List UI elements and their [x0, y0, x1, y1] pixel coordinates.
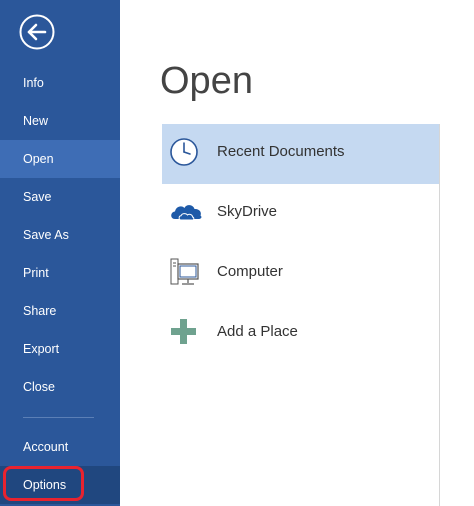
place-recent-documents[interactable]: Recent Documents — [162, 124, 439, 184]
nav-item-save-as[interactable]: Save As — [0, 216, 120, 254]
cloud-icon — [171, 205, 202, 221]
nav-item-info[interactable]: Info — [0, 64, 120, 102]
pane-divider — [439, 124, 440, 506]
nav-item-open[interactable]: Open — [0, 140, 120, 178]
place-label: Recent Documents — [217, 143, 345, 160]
nav-item-save[interactable]: Save — [0, 178, 120, 216]
nav-item-close[interactable]: Close — [0, 368, 120, 406]
computer-icon — [170, 258, 199, 285]
clock-icon — [170, 138, 198, 166]
place-skydrive[interactable]: SkyDrive — [162, 184, 439, 244]
place-add-a-place[interactable]: Add a Place — [162, 304, 439, 364]
back-arrow-icon — [19, 14, 55, 50]
place-label: Computer — [217, 263, 283, 280]
nav-divider — [23, 417, 94, 418]
place-label: SkyDrive — [217, 203, 278, 220]
nav-item-share[interactable]: Share — [0, 292, 120, 330]
nav-item-account[interactable]: Account — [0, 428, 120, 466]
nav-item-print[interactable]: Print — [0, 254, 120, 292]
nav-item-options[interactable]: Options — [0, 466, 120, 504]
place-computer[interactable]: Computer — [162, 244, 439, 304]
page-title: Open — [160, 60, 253, 102]
nav-item-export[interactable]: Export — [0, 330, 120, 368]
nav-item-new[interactable]: New — [0, 102, 120, 140]
back-button[interactable] — [19, 14, 55, 50]
plus-icon — [171, 319, 196, 344]
places-list: Recent Documents SkyDrive Computer Add a… — [162, 124, 439, 364]
place-label: Add a Place — [217, 323, 298, 340]
backstage-sidebar: Info New Open Save Save As Print Share E… — [0, 0, 120, 506]
